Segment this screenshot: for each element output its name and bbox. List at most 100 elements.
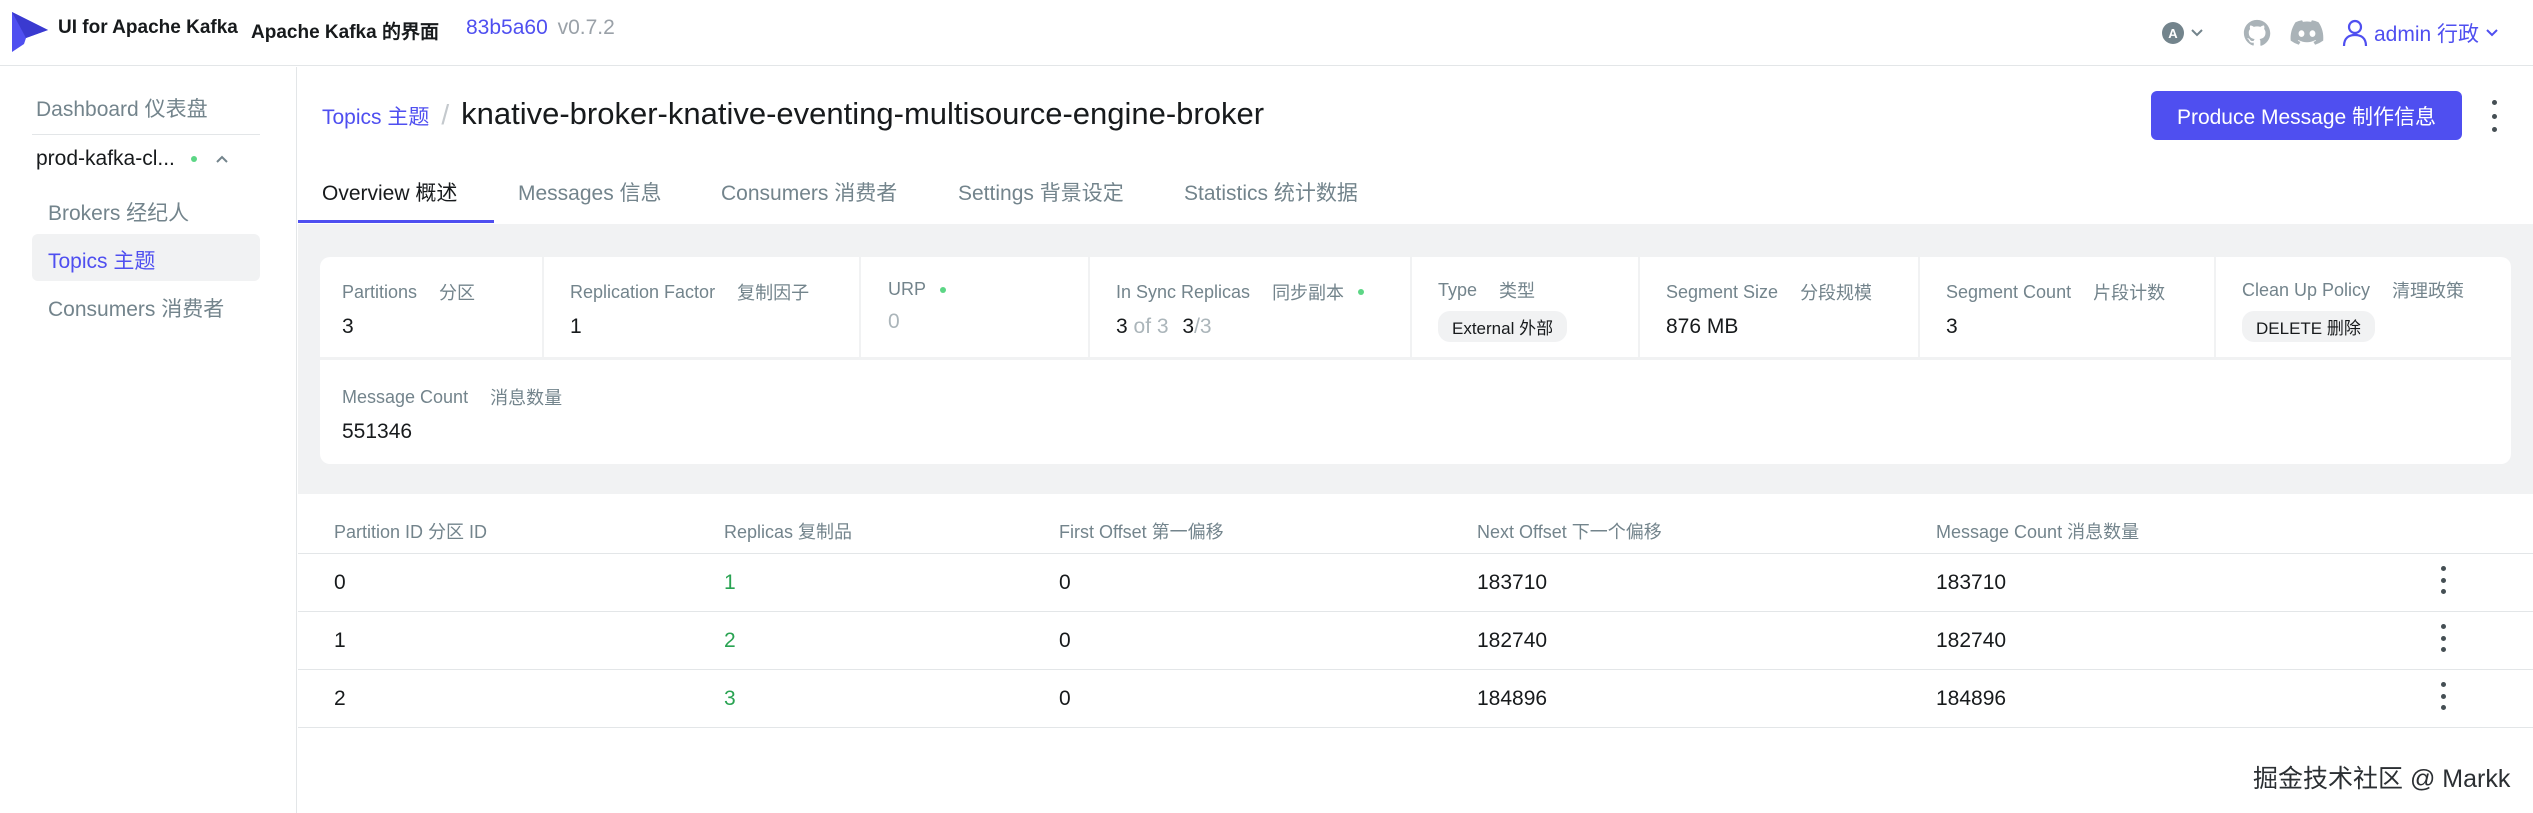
row-actions-icon[interactable] <box>2437 682 2449 710</box>
kebab-dot <box>2491 100 2497 105</box>
stat-label: Replication Factor 复制因子 <box>570 279 809 305</box>
sidebar-cluster-toggle[interactable]: prod-kafka-cl... <box>36 147 229 171</box>
stat-label: In Sync Replicas 同步副本 <box>1116 279 1365 305</box>
cluster-name: prod-kafka-cl... <box>36 147 175 170</box>
row-actions-icon[interactable] <box>2437 566 2449 594</box>
stat-value: 876 MB <box>1666 315 1739 338</box>
column-header-message-count[interactable]: Message Count 消息数量 <box>1936 518 2139 544</box>
stat-label-cn: 复制因子 <box>737 283 810 303</box>
stat-label-cn: 消息数量 <box>490 388 563 408</box>
cell-partition-id: 2 <box>334 687 346 710</box>
in-sync-count: 3 <box>1116 315 1128 338</box>
stat-label: Partitions 分区 <box>342 279 475 305</box>
column-header-partition-id[interactable]: Partition ID 分区 ID <box>334 518 487 544</box>
stat-label-en: Message Count <box>342 386 469 407</box>
stat-label: URP <box>888 279 947 300</box>
divider <box>1088 257 1090 357</box>
cell-replicas[interactable]: 1 <box>724 571 736 595</box>
tab-settings[interactable]: Settings 背景设定 <box>958 177 1124 207</box>
more-options-icon[interactable] <box>2488 100 2500 132</box>
stat-label-en: Segment Size <box>1666 281 1779 302</box>
kebab-dot <box>2440 624 2446 629</box>
breadcrumb-topics-link[interactable]: Topics 主题 <box>322 101 429 131</box>
status-dot <box>940 286 947 293</box>
divider <box>320 357 2511 360</box>
version-number: v0.7.2 <box>557 16 615 39</box>
table-row: 2 3 0 184896 184896 <box>298 670 2533 728</box>
cell-partition-id: 0 <box>334 571 346 594</box>
active-tab-indicator <box>298 220 494 223</box>
stat-value: 0 <box>888 310 946 334</box>
tab-consumers[interactable]: Consumers 消费者 <box>721 177 897 207</box>
cluster-status-dot <box>190 156 197 162</box>
chevron-down-icon <box>2191 29 2203 37</box>
version-hash-link[interactable]: 83b5a60 <box>466 16 548 39</box>
sidebar-item-brokers[interactable]: Brokers 经纪人 <box>48 197 189 227</box>
stat-label-cn: 分区 <box>439 283 476 303</box>
cell-replicas[interactable]: 3 <box>724 687 736 711</box>
table-header: Partition ID 分区 ID Replicas 复制品 First Of… <box>298 494 2533 554</box>
status-dot <box>1358 289 1365 295</box>
stat-label-en: Clean Up Policy <box>2242 279 2371 300</box>
stats-card: Partitions 分区 3 Replication Factor 复制因子 1 … <box>320 257 2511 464</box>
auto-theme-icon: A <box>2162 22 2184 44</box>
table-row: 1 2 0 182740 182740 <box>298 612 2533 670</box>
kebab-dot <box>2491 113 2497 119</box>
tab-statistics[interactable]: Statistics 统计数据 <box>1184 177 1358 207</box>
urp-value: 0 <box>888 310 900 333</box>
kebab-dot <box>2440 647 2446 652</box>
stat-label: Segment Size 分段规模 <box>1666 279 1872 305</box>
cell-next-offset: 183710 <box>1477 571 1548 594</box>
cell-first-offset: 0 <box>1059 687 1071 710</box>
stat-partitions: Partitions 分区 3 <box>342 279 475 339</box>
tab-messages[interactable]: Messages 信息 <box>518 177 662 207</box>
kebab-dot <box>2440 635 2446 641</box>
stat-label: Clean Up Policy 清理政策 <box>2242 277 2464 303</box>
breadcrumb-separator: / <box>441 99 450 130</box>
column-header-next-offset[interactable]: Next Offset 下一个偏移 <box>1477 518 1662 544</box>
stat-label-en: Replication Factor <box>570 281 716 302</box>
in-sync-ratio-num: 3 <box>1182 315 1195 338</box>
cell-replicas[interactable]: 2 <box>724 629 736 653</box>
brand-name-cn: Apache Kafka 的界面 <box>251 22 439 43</box>
theme-toggle[interactable]: A <box>2162 0 2204 66</box>
cell-partition-id: 1 <box>334 629 346 652</box>
stat-value: 3 <box>342 315 354 338</box>
cell-message-count: 182740 <box>1936 629 2007 652</box>
username: admin 行政 <box>2374 23 2480 46</box>
kebab-dot <box>2440 566 2446 571</box>
cell-first-offset: 0 <box>1059 571 1071 594</box>
table-row: 0 1 0 183710 183710 <box>298 554 2533 612</box>
partitions-table: Partition ID 分区 ID Replicas 复制品 First Of… <box>298 494 2533 728</box>
stat-label-en: In Sync Replicas <box>1116 281 1251 302</box>
stat-label-en: URP <box>888 279 927 299</box>
kebab-dot <box>2440 589 2446 594</box>
stat-label-cn: 同步副本 <box>1272 283 1345 303</box>
column-header-replicas[interactable]: Replicas 复制品 <box>724 518 852 544</box>
stat-label-cn: 片段计数 <box>2093 283 2166 303</box>
sidebar-item-topics[interactable]: Topics 主题 <box>48 245 155 275</box>
page-title: knative-broker-knative-eventing-multisou… <box>461 96 1265 131</box>
kafka-ui-logo-icon[interactable] <box>10 8 50 54</box>
discord-link[interactable] <box>2290 0 2324 66</box>
github-link[interactable] <box>2242 0 2272 66</box>
brand-name[interactable]: UI for Apache Kafka <box>58 17 238 39</box>
column-header-first-offset[interactable]: First Offset 第一偏移 <box>1059 518 1224 544</box>
stat-segment-size: Segment Size 分段规模 876 MB <box>1666 279 1872 339</box>
sidebar-divider <box>32 134 260 135</box>
user-icon <box>2342 19 2368 47</box>
row-actions-icon[interactable] <box>2437 624 2449 652</box>
sidebar-item-dashboard[interactable]: Dashboard 仪表盘 <box>36 93 208 123</box>
stat-label-en: Type <box>1438 279 1478 300</box>
divider <box>542 257 544 357</box>
produce-message-button[interactable]: Produce Message 制作信息 <box>2151 91 2462 140</box>
top-navbar: UI for Apache Kafka Apache Kafka 的界面 83b… <box>0 0 2533 66</box>
tab-overview[interactable]: Overview 概述 <box>322 177 457 207</box>
discord-icon <box>2290 20 2324 45</box>
stat-label: Type 类型 <box>1438 277 1567 303</box>
user-menu[interactable]: admin 行政 <box>2342 0 2499 66</box>
in-sync-ratio-den: /3 <box>1194 315 1212 338</box>
cell-message-count: 183710 <box>1936 571 2007 594</box>
sidebar-item-consumers[interactable]: Consumers 消费者 <box>48 293 224 323</box>
divider <box>1410 257 1412 357</box>
